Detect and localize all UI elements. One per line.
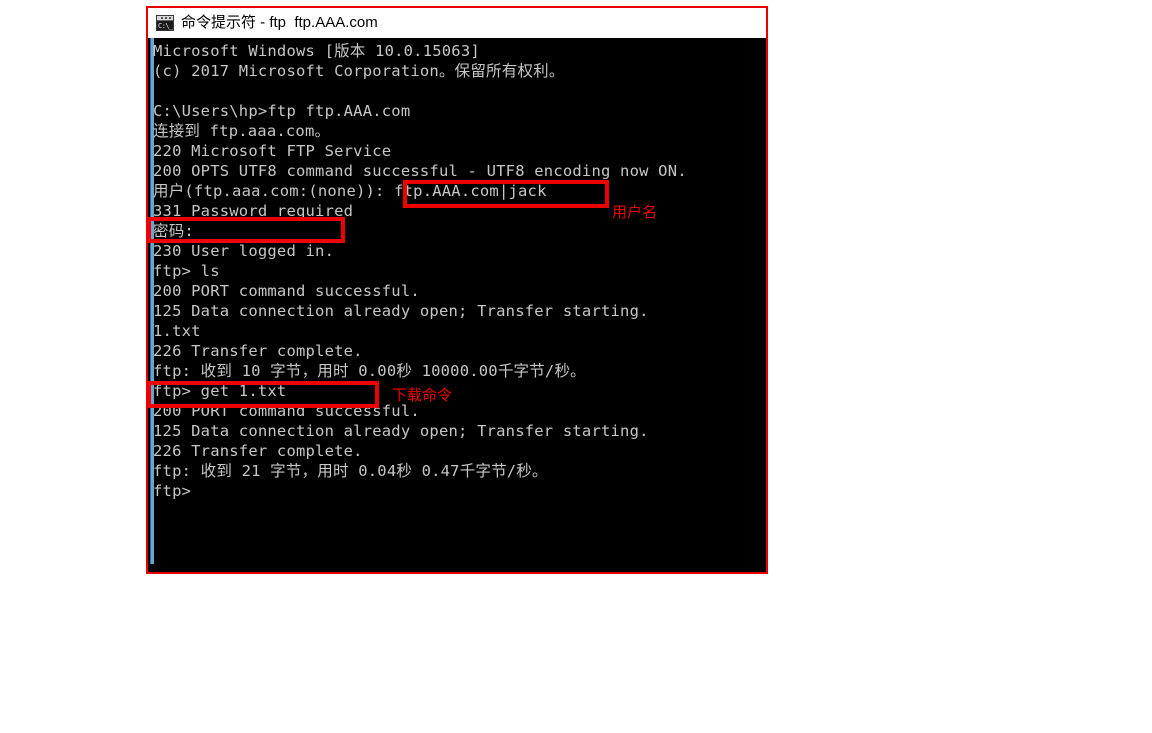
console-line: ftp: 收到 21 字节，用时 0.04秒 0.47千字节/秒。 [153, 462, 548, 480]
console-line: 220 Microsoft FTP Service [153, 142, 392, 160]
console-line: 125 Data connection already open; Transf… [153, 302, 649, 320]
console-output-area[interactable]: Microsoft Windows [版本 10.0.15063] (c) 201… [148, 38, 766, 572]
console-line: 密码: [153, 222, 194, 240]
console-line: ftp> [153, 482, 192, 500]
annotation-label-download-command: 下载命令 [392, 386, 453, 404]
console-line: 200 OPTS UTF8 command successful - UTF8 … [153, 162, 687, 180]
command-prompt-window: C:\_ 命令提示符 - ftp ftp.AAA.com Microsoft W… [146, 6, 768, 574]
console-line: 连接到 ftp.aaa.com。 [153, 122, 331, 140]
console-line: Microsoft Windows [版本 10.0.15063] [153, 42, 480, 60]
window-title-bar[interactable]: C:\_ 命令提示符 - ftp ftp.AAA.com [148, 8, 766, 38]
console-line: 用户(ftp.aaa.com:(none)): ftp.AAA.com|jack [153, 182, 547, 200]
console-line: C:\Users\hp>ftp ftp.AAA.com [153, 102, 411, 120]
console-line: ftp> ls [153, 262, 220, 280]
window-title-text: 命令提示符 - ftp ftp.AAA.com [181, 14, 378, 31]
console-line: ftp> get 1.txt [153, 382, 287, 400]
annotation-label-username: 用户名 [612, 203, 658, 221]
console-line: 200 PORT command successful. [153, 282, 420, 300]
console-line: (c) 2017 Microsoft Corporation。保留所有权利。 [153, 62, 565, 80]
console-line: 1.txt [153, 322, 201, 340]
icon-prompt-glyph: C:\_ [157, 21, 173, 30]
console-text-lines: Microsoft Windows [版本 10.0.15063] (c) 201… [153, 41, 766, 501]
console-line: 200 PORT command successful. [153, 402, 420, 420]
console-line: ftp: 收到 10 字节，用时 0.00秒 10000.00千字节/秒。 [153, 362, 586, 380]
console-line: 226 Transfer complete. [153, 342, 363, 360]
cmd-console-icon: C:\_ [156, 15, 174, 31]
console-line: 226 Transfer complete. [153, 442, 363, 460]
console-line: 125 Data connection already open; Transf… [153, 422, 649, 440]
console-line: 331 Password required [153, 202, 354, 220]
console-line: 230 User logged in. [153, 242, 335, 260]
